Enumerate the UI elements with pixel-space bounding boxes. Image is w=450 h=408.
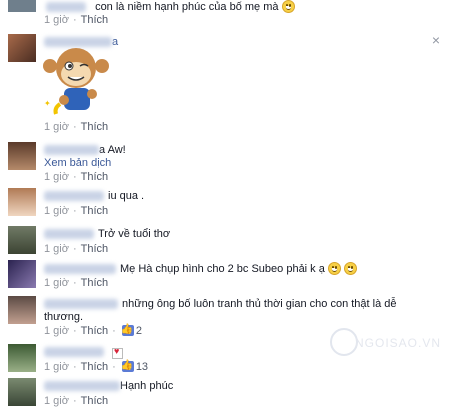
avatar[interactable] [8, 226, 36, 254]
thumbs-up-icon [121, 323, 134, 336]
comment-text: những ông bố luôn tranh thủ thời gian ch… [44, 298, 397, 311]
avatar[interactable] [8, 188, 36, 216]
timestamp[interactable]: 1 giờ [44, 14, 69, 26]
commenter-name[interactable] [44, 347, 104, 358]
timestamp[interactable]: 1 giờ [44, 205, 69, 217]
commenter-name[interactable] [44, 264, 116, 275]
like-count[interactable]: 2 [136, 325, 142, 337]
comment-body: iu qua . [108, 190, 145, 202]
timestamp[interactable]: 1 giờ [44, 361, 69, 373]
commenter-name[interactable] [44, 191, 104, 202]
commenter-name[interactable] [44, 381, 120, 392]
commenter-name[interactable] [44, 229, 94, 240]
avatar[interactable] [8, 344, 36, 372]
timestamp[interactable]: 1 giờ [44, 277, 69, 289]
close-icon[interactable]: × [432, 33, 440, 47]
timestamp[interactable]: 1 giờ [44, 121, 69, 133]
timestamp[interactable]: 1 giờ [44, 243, 69, 255]
comment-text [44, 346, 104, 359]
like-link[interactable]: Thích [81, 395, 109, 407]
heart-emoji-icon [112, 346, 123, 359]
grin-emoji-icon [343, 262, 357, 275]
commenter-name[interactable] [44, 145, 99, 156]
comment-meta: 1 giờ · Thích [44, 243, 108, 256]
comment-text: a Aw! [44, 144, 126, 157]
thumbs-up-icon [121, 359, 134, 372]
comment-meta: 1 giờ · Thích [44, 14, 108, 27]
comment-text: iu qua . [44, 190, 144, 203]
commenter-name-suffix[interactable]: a [112, 36, 118, 48]
separator: · [72, 205, 77, 217]
separator: · [112, 361, 116, 373]
separator: · [72, 277, 77, 289]
comment-body: Hạnh phúc [120, 380, 174, 392]
timestamp[interactable]: 1 giờ [44, 171, 69, 183]
comment-meta: 1 giờ·Thích·2 [44, 323, 142, 338]
grin-emoji-icon [327, 262, 341, 275]
like-link[interactable]: Thích [81, 171, 109, 183]
commenter-name[interactable] [46, 2, 86, 13]
like-link[interactable]: Thích [81, 205, 109, 217]
separator: · [112, 325, 116, 337]
svg-text:✦: ✦ [44, 99, 51, 108]
comment-text: Hạnh phúc [44, 380, 173, 393]
comment-meta: 1 giờ · Thích [44, 121, 108, 134]
see-translation-link[interactable]: Xem bản dịch [44, 157, 111, 170]
comment-body: Trở về tuổi thơ [98, 228, 171, 240]
comment-meta: 1 giờ · Thích [44, 205, 108, 218]
watermark-logo-icon [330, 328, 358, 356]
like-link[interactable]: Thích [81, 121, 109, 133]
like-link[interactable]: Thích [81, 243, 109, 255]
comment-body: Mẹ Hà chụp hình cho 2 bc Subeo phải k ạ [120, 263, 325, 275]
avatar[interactable] [8, 296, 36, 324]
avatar[interactable] [8, 378, 36, 406]
separator: · [72, 361, 77, 373]
separator: · [72, 325, 77, 337]
like-link[interactable]: Thích [81, 325, 109, 337]
timestamp[interactable]: 1 giờ [44, 395, 69, 407]
monkey-sticker: ✦ [43, 48, 109, 115]
comment-meta: 1 giờ·Thích·13 [44, 359, 148, 374]
separator: · [72, 243, 77, 255]
separator: · [72, 171, 77, 183]
commenter-name[interactable] [44, 299, 118, 310]
smile-emoji-icon [281, 0, 295, 13]
avatar[interactable] [8, 34, 36, 62]
comment-body: con là niềm hạnh phúc của bố mẹ mà [95, 1, 279, 13]
separator: · [72, 14, 77, 26]
avatar[interactable] [8, 260, 36, 288]
like-count[interactable]: 13 [136, 361, 148, 373]
comment-body: a Aw! [99, 144, 126, 156]
comment-meta: 1 giờ · Thích [44, 277, 108, 290]
like-link[interactable]: Thích [81, 277, 109, 289]
separator: · [72, 121, 77, 133]
timestamp[interactable]: 1 giờ [44, 325, 69, 337]
comment-text: Trở về tuổi thơ [44, 228, 170, 241]
like-link[interactable]: Thích [81, 14, 109, 26]
comment-text: Mẹ Hà chụp hình cho 2 bc Subeo phải k ạ [44, 262, 357, 276]
avatar[interactable] [8, 0, 36, 12]
comment-body-line-1: những ông bố luôn tranh thủ thời gian ch… [122, 298, 397, 310]
avatar[interactable] [8, 142, 36, 170]
comment-text: con là niềm hạnh phúc của bố mẹ mà [46, 0, 295, 14]
separator: · [72, 395, 77, 407]
comment-meta: 1 giờ · Thích [44, 171, 108, 184]
comment-meta: 1 giờ · Thích [44, 395, 108, 408]
like-link[interactable]: Thích [81, 361, 109, 373]
watermark: NGOISAO.VN [355, 336, 442, 350]
comment-body-line-2: thương. [44, 311, 84, 323]
